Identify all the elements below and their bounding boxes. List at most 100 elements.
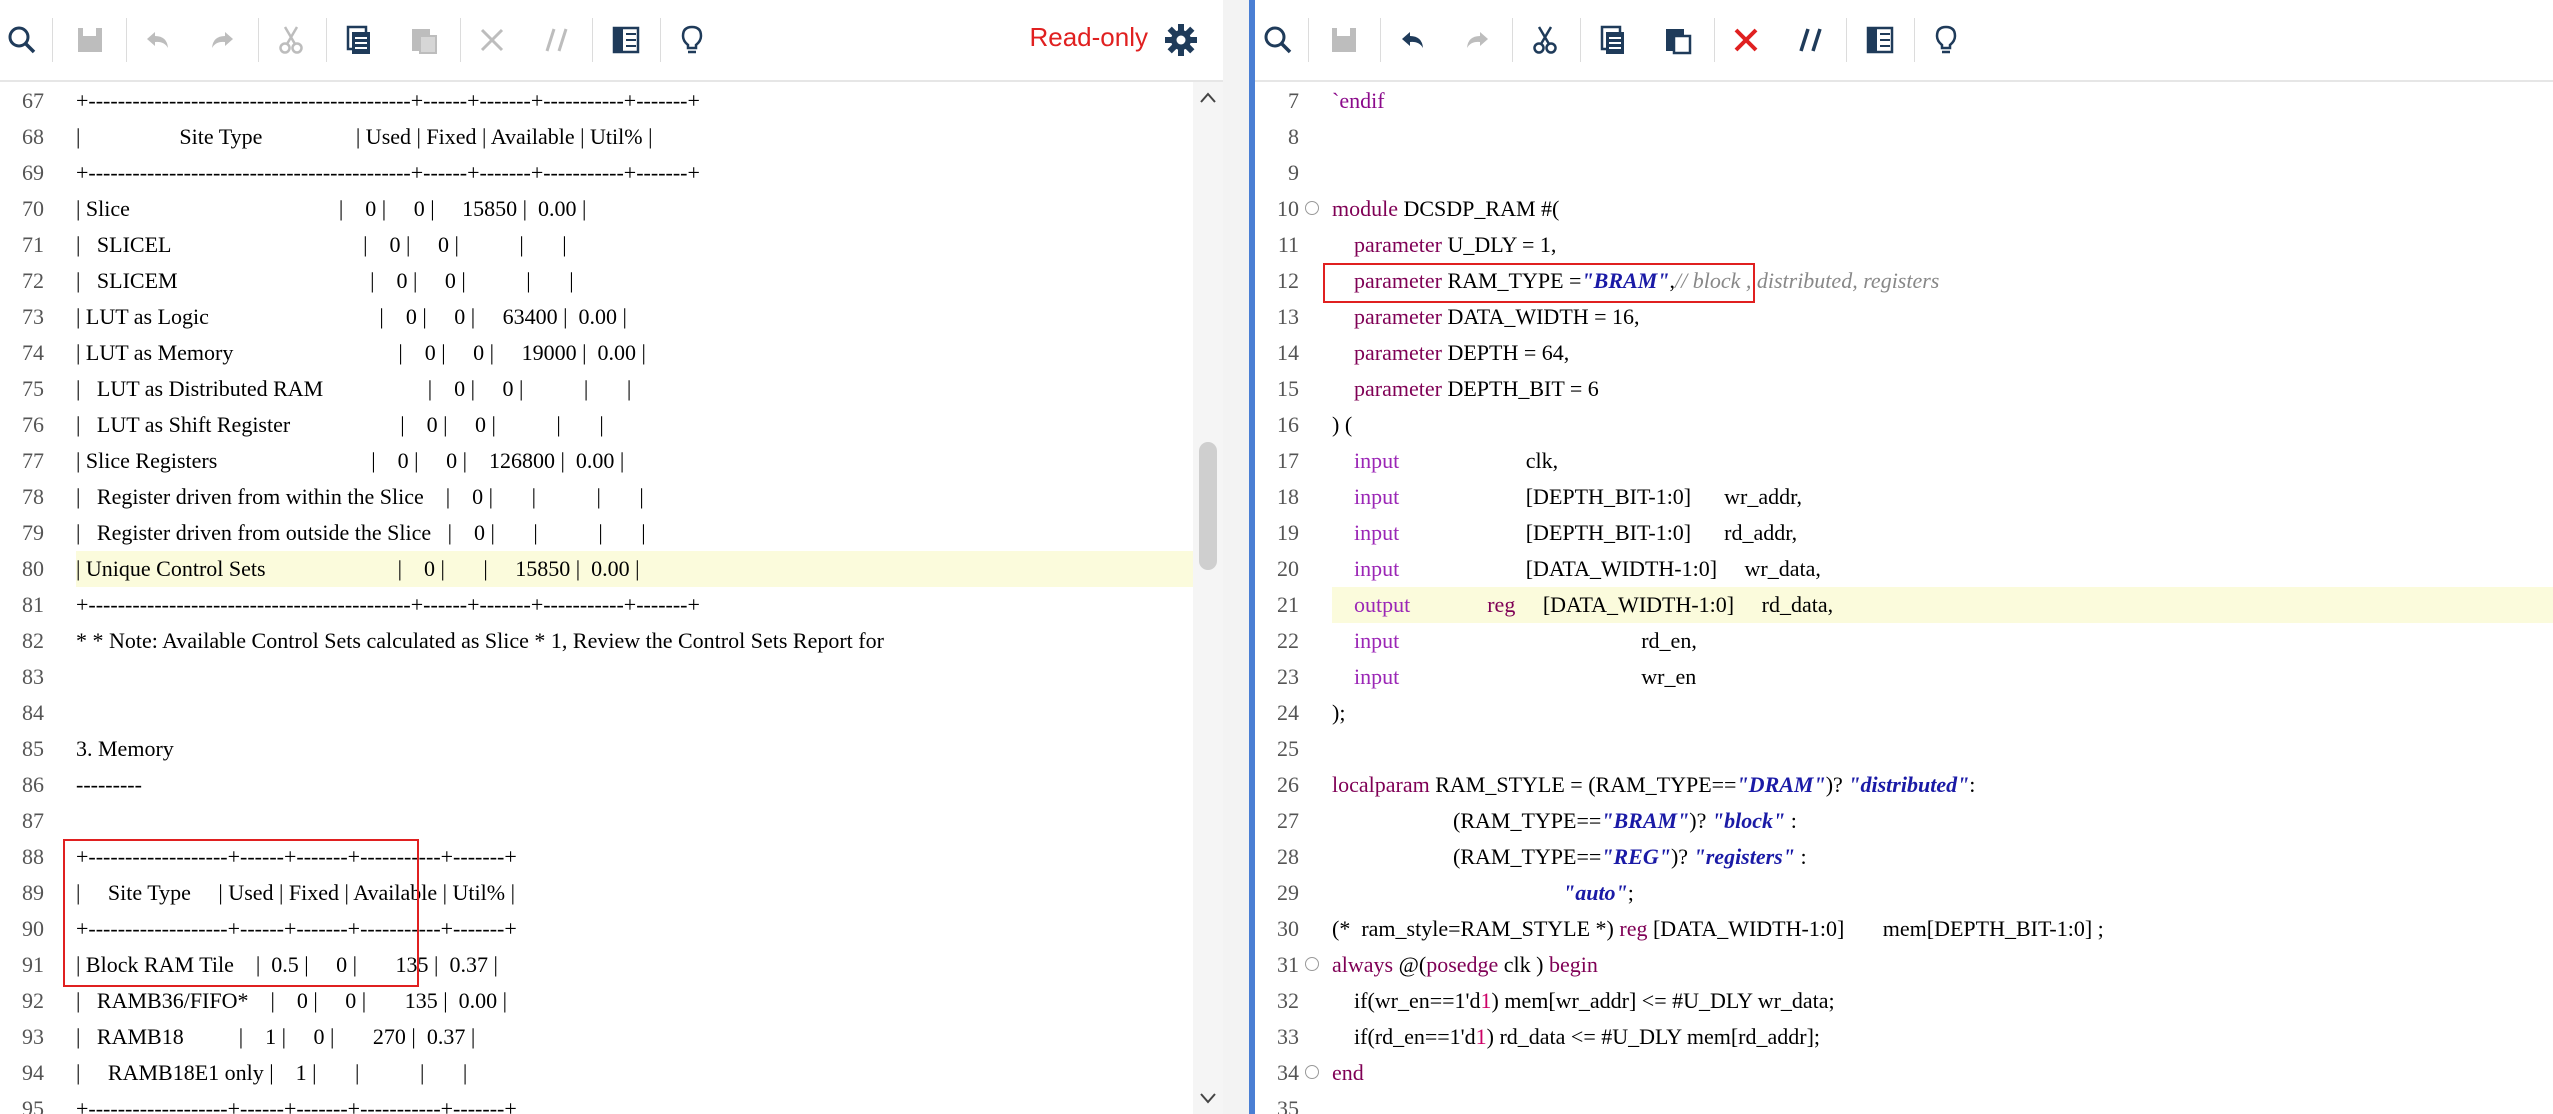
line-text: | LUT as Memory | 0 | 0 | 19000 | 0.00 | xyxy=(76,340,646,365)
line-text: end xyxy=(1332,1060,1364,1085)
paste-icon[interactable] xyxy=(397,13,451,67)
line-number: 78 xyxy=(22,484,44,509)
code-line: 29 "auto"; xyxy=(1255,875,2553,911)
delete-icon[interactable] xyxy=(1719,13,1773,67)
save-icon[interactable] xyxy=(1317,13,1371,67)
code-line: 87 xyxy=(0,803,1223,839)
line-text: parameter DEPTH_BIT = 6 xyxy=(1354,376,1599,401)
line-number: 77 xyxy=(22,448,44,473)
code-line: 19 input [DEPTH_BIT-1:0] rd_addr, xyxy=(1255,515,2553,551)
line-text: | SLICEL | 0 | 0 | | | xyxy=(76,232,567,257)
columns-icon[interactable] xyxy=(1853,13,1907,67)
line-text: --------- xyxy=(76,772,142,797)
line-number: 91 xyxy=(22,952,44,977)
delete-icon[interactable] xyxy=(465,13,519,67)
line-number: 33 xyxy=(1277,1024,1299,1049)
line-number: 9 xyxy=(1288,160,1299,185)
line-number: 23 xyxy=(1277,664,1299,689)
line-text: 3. Memory xyxy=(76,736,174,761)
fold-toggle-icon[interactable] xyxy=(1305,957,1319,971)
left-toolbar: Read-only xyxy=(0,0,1223,82)
code-line: 10 module DCSDP_RAM #( xyxy=(1255,191,2553,227)
line-number: 16 xyxy=(1277,412,1299,437)
line-number: 73 xyxy=(22,304,44,329)
line-number: 68 xyxy=(22,124,44,149)
code-line: 80 | Unique Control Sets | 0 | | 15850 | … xyxy=(0,551,1223,587)
line-number: 71 xyxy=(22,232,44,257)
code-line: 16 ) ( xyxy=(1255,407,2553,443)
line-text: +---------------------------------------… xyxy=(76,592,700,617)
line-text: | SLICEM | 0 | 0 | | | xyxy=(76,268,574,293)
lightbulb-icon[interactable] xyxy=(1919,13,1973,67)
gear-icon[interactable] xyxy=(1159,18,1203,62)
columns-icon[interactable] xyxy=(599,13,653,67)
read-only-label: Read-only xyxy=(1029,22,1148,52)
line-text: "auto"; xyxy=(1563,880,1634,905)
code-line: 75 | LUT as Distributed RAM | 0 | 0 | | | xyxy=(0,371,1223,407)
undo-icon[interactable] xyxy=(130,13,184,67)
code-line: 68 | Site Type | Used | Fixed | Available… xyxy=(0,119,1223,155)
line-text: (RAM_TYPE=="REG")? "registers" : xyxy=(1332,844,1807,869)
code-line: 20 input [DATA_WIDTH-1:0] wr_data, xyxy=(1255,551,2553,587)
cut-icon[interactable] xyxy=(264,13,318,67)
redo-icon[interactable] xyxy=(1451,13,1505,67)
line-number: 70 xyxy=(22,196,44,221)
comment-toggle-icon[interactable] xyxy=(531,13,585,67)
line-number: 13 xyxy=(1277,304,1299,329)
code-line: 8 xyxy=(1255,119,2553,155)
code-line: 95 +-------------------+------+-------+--… xyxy=(0,1091,1223,1114)
paste-icon[interactable] xyxy=(1651,13,1705,67)
line-number: 84 xyxy=(22,700,44,725)
verilog-source-area[interactable]: 7 `endif 8 9 10 module DCSDP_RAM #(11 paramet… xyxy=(1255,82,2553,1114)
code-line: 81 +-------------------------------------… xyxy=(0,587,1223,623)
line-text: if(wr_en==1'd1) mem[wr_addr] <= #U_DLY w… xyxy=(1332,988,1835,1013)
search-icon[interactable] xyxy=(1255,13,1305,67)
redo-icon[interactable] xyxy=(196,13,250,67)
code-line: 17 input clk, xyxy=(1255,443,2553,479)
code-line: 76 | LUT as Shift Register | 0 | 0 | | | xyxy=(0,407,1223,443)
line-number: 12 xyxy=(1277,268,1299,293)
fold-toggle-icon[interactable] xyxy=(1305,1065,1319,1079)
line-text: | Slice Registers | 0 | 0 | 126800 | 0.0… xyxy=(76,448,625,473)
line-number: 35 xyxy=(1277,1096,1299,1114)
report-text-area[interactable]: 67 +-------------------------------------… xyxy=(0,82,1223,1114)
line-text: if(rd_en==1'd1) rd_data <= #U_DLY mem[rd… xyxy=(1332,1024,1821,1049)
code-line: 78 | Register driven from within the Slic… xyxy=(0,479,1223,515)
pane-divider[interactable] xyxy=(1223,0,1249,1114)
lightbulb-icon[interactable] xyxy=(665,13,719,67)
search-icon[interactable] xyxy=(0,13,49,67)
line-text: ) ( xyxy=(1332,412,1353,437)
line-text: | LUT as Shift Register | 0 | 0 | | | xyxy=(76,412,604,437)
line-text: input wr_en xyxy=(1354,664,1697,689)
line-text: (* ram_style=RAM_STYLE *) reg [DATA_WIDT… xyxy=(1332,916,2104,941)
code-line: 9 xyxy=(1255,155,2553,191)
code-line: 31 always @(posedge clk ) begin xyxy=(1255,947,2553,983)
vertical-scrollbar[interactable] xyxy=(1193,82,1223,1114)
line-text: | Register driven from within the Slice … xyxy=(76,484,644,509)
line-text: +---------------------------------------… xyxy=(76,160,700,185)
line-text: * * Note: Available Control Sets calcula… xyxy=(76,628,884,653)
scrollbar-thumb[interactable] xyxy=(1199,442,1217,570)
line-number: 94 xyxy=(22,1060,44,1085)
line-text: | Slice | 0 | 0 | 15850 | 0.00 | xyxy=(76,196,587,221)
code-line: 24); xyxy=(1255,695,2553,731)
copy-icon[interactable] xyxy=(1585,13,1639,67)
code-line: 34 end xyxy=(1255,1055,2553,1091)
copy-icon[interactable] xyxy=(331,13,385,67)
line-text: | LUT as Logic | 0 | 0 | 63400 | 0.00 | xyxy=(76,304,627,329)
code-line: 83 xyxy=(0,659,1223,695)
line-text: parameter U_DLY = 1, xyxy=(1354,232,1557,257)
scroll-up-icon[interactable] xyxy=(1198,88,1218,108)
fold-toggle-icon[interactable] xyxy=(1305,201,1319,215)
line-number: 85 xyxy=(22,736,44,761)
line-number: 75 xyxy=(22,376,44,401)
line-number: 79 xyxy=(22,520,44,545)
line-number: 88 xyxy=(22,844,44,869)
undo-icon[interactable] xyxy=(1385,13,1439,67)
line-number: 18 xyxy=(1277,484,1299,509)
scroll-down-icon[interactable] xyxy=(1198,1088,1218,1108)
cut-icon[interactable] xyxy=(1518,13,1572,67)
save-icon[interactable] xyxy=(63,13,117,67)
code-line: 25 xyxy=(1255,731,2553,767)
comment-toggle-icon[interactable] xyxy=(1785,13,1839,67)
